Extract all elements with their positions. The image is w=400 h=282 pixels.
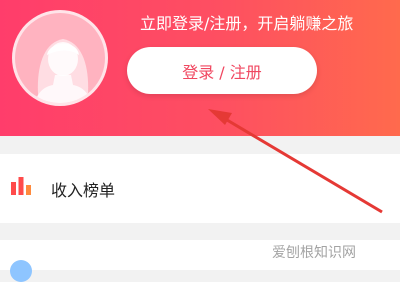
watermark: 爱刨根知识网 — [272, 245, 356, 261]
annotation-arrow — [208, 109, 383, 214]
